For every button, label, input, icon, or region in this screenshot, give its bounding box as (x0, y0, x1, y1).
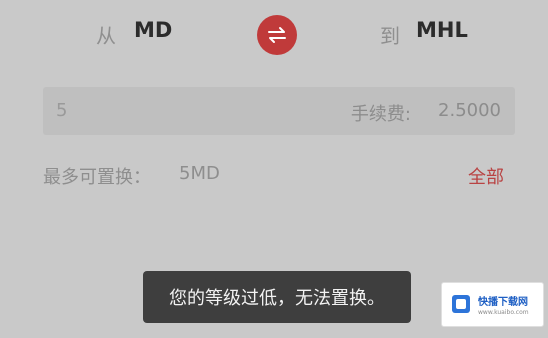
from-currency[interactable]: MD (134, 18, 172, 42)
to-label: 到 (380, 24, 400, 48)
toast-message: 您的等级过低，无法置换。 (143, 271, 411, 323)
amount-value[interactable]: 5 (56, 100, 67, 121)
watermark: 快播下载网 www.kuaibo.com (441, 282, 544, 327)
watermark-title: 快播下载网 (478, 297, 528, 308)
to-currency[interactable]: MHL (416, 18, 468, 42)
watermark-url: www.kuaibo.com (478, 309, 529, 316)
from-label: 从 (96, 24, 116, 48)
amount-input[interactable]: 5 手续费: 2.5000 (43, 87, 515, 135)
swap-currency-button[interactable] (257, 15, 297, 55)
all-button[interactable]: 全部 (468, 163, 504, 189)
max-exchange-value: 5MD (179, 163, 220, 184)
currency-selector-row: 从 MD 到 MHL (0, 0, 548, 68)
toast-text: 您的等级过低，无法置换。 (169, 288, 385, 309)
swap-arrows-icon (268, 27, 286, 43)
brand-logo-icon (452, 295, 470, 313)
max-exchange-label: 最多可置换： (43, 167, 151, 188)
fee-label: 手续费: (350, 104, 411, 125)
fee-value: 2.5000 (438, 100, 501, 121)
